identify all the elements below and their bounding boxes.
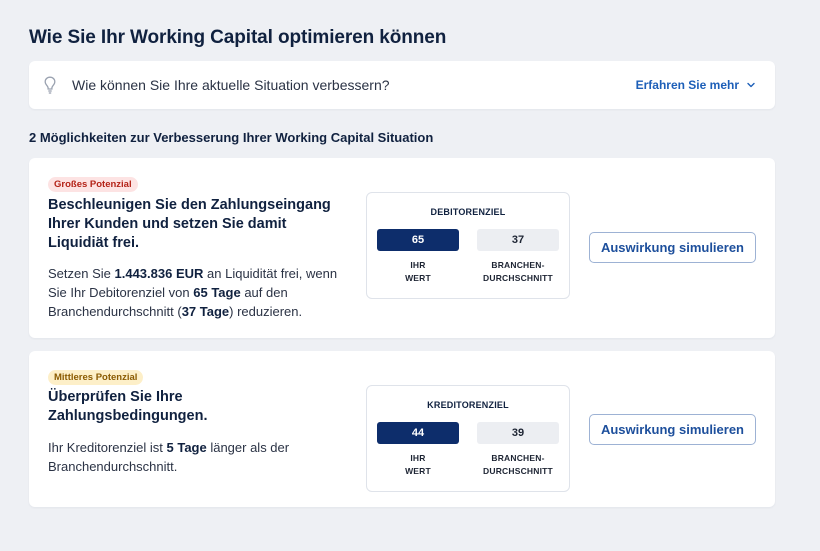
section-heading: 2 Möglichkeiten zur Verbesserung Ihrer W… — [29, 130, 434, 145]
learn-more-label: Erfahren Sie mehr — [635, 78, 739, 92]
your-value: 65 — [377, 229, 459, 251]
card-description: Ihr Kreditorenziel ist 5 Tage länger als… — [48, 440, 290, 474]
chevron-down-icon — [747, 82, 755, 88]
lightbulb-icon — [44, 76, 56, 94]
industry-value-label: BRANCHEN- DURCHSCHNITT — [483, 453, 553, 476]
metric-title: KREDITORENZIEL — [427, 400, 509, 410]
page-title: Wie Sie Ihr Working Capital optimieren k… — [29, 27, 447, 48]
metric-title: DEBITORENZIEL — [430, 207, 506, 217]
your-value-label: IHR WERT — [405, 260, 431, 283]
your-value: 44 — [377, 422, 459, 444]
industry-value: 37 — [477, 229, 559, 251]
learn-more-toggle[interactable]: Erfahren Sie mehr — [636, 78, 755, 92]
card-title: Beschleunigen Sie den Zahlungseingang Ih… — [48, 197, 331, 251]
potential-badge: Großes Potenzial — [48, 177, 138, 192]
card-title: Überprüfen Sie Ihre Zahlungsbedingungen. — [48, 389, 208, 424]
simulate-impact-button[interactable]: Auswirkung simulieren — [589, 232, 756, 263]
industry-value: 39 — [477, 422, 559, 444]
simulate-impact-button[interactable]: Auswirkung simulieren — [589, 414, 756, 445]
info-text: Wie können Sie Ihre aktuelle Situation v… — [72, 77, 390, 93]
metric-box: DEBITORENZIEL 65 37 IHR WERT BRANCHEN- DUR… — [366, 192, 570, 299]
metric-box: KREDITORENZIEL 44 39 IHR WERT BRANCHEN- DU… — [366, 385, 570, 492]
potential-badge: Mittleres Potenzial — [48, 370, 144, 385]
industry-value-label: BRANCHEN- DURCHSCHNITT — [483, 260, 553, 283]
card-description: Setzen Sie 1.443.836 EUR an Liquidität f… — [48, 266, 338, 319]
your-value-label: IHR WERT — [405, 453, 431, 476]
opportunity-card: Mittleres Potenzial Überprüfen Sie Ihre … — [29, 351, 775, 507]
info-bar: Wie können Sie Ihre aktuelle Situation v… — [29, 61, 775, 109]
opportunity-card: Großes Potenzial Beschleunigen Sie den Z… — [29, 158, 775, 338]
